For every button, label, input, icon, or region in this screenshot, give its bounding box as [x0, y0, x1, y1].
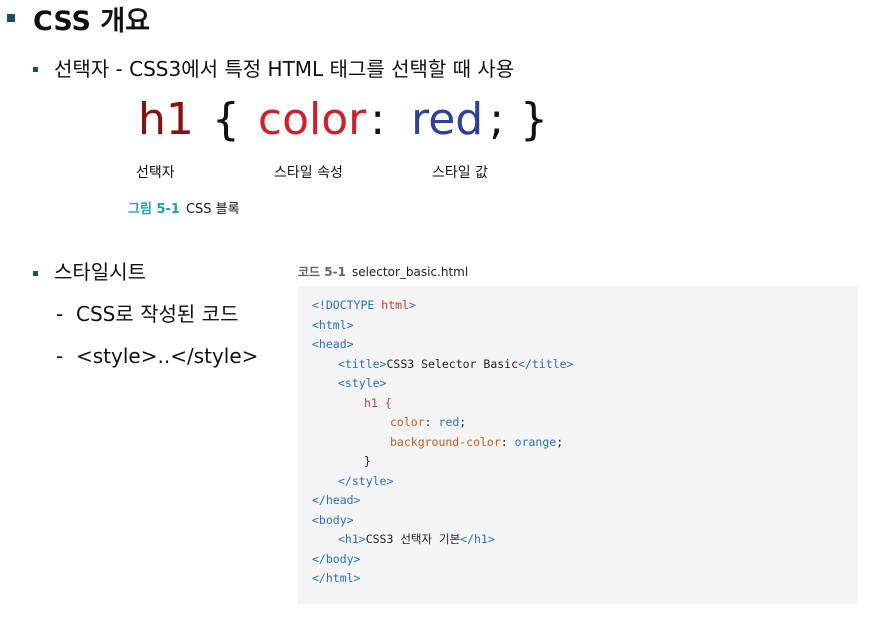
label-style-property: 스타일 속성: [274, 165, 343, 181]
code-line: </body>: [312, 551, 361, 566]
code-line: </head>: [312, 493, 361, 507]
code-line: <html>: [312, 317, 354, 332]
code-caption: 코드 5-1 selector_basic.html: [298, 263, 468, 280]
code-token: red: [438, 415, 460, 429]
hand-semicolon: ;: [489, 94, 505, 145]
dash-marker: -: [56, 302, 64, 326]
code-line: </style>: [338, 473, 394, 488]
code-token: orange: [514, 434, 557, 449]
code-line: h1 {: [364, 395, 392, 410]
hand-value: red: [411, 94, 484, 145]
code-token: </title>: [518, 356, 574, 371]
sub-item-css-code: CSS로 작성된 코드: [76, 302, 239, 326]
code-token: ;: [459, 415, 467, 429]
code-line: <h1>CSS3 선택자 기본</h1>: [338, 530, 495, 550]
code-token: >: [408, 298, 416, 312]
code-line: <style>: [338, 376, 387, 390]
label-style-value: 스타일 값: [432, 165, 488, 181]
code-token: <h1>: [338, 532, 366, 546]
figure-caption: 그림 5-1 CSS 블록: [128, 198, 240, 217]
code-token: background-color: [390, 434, 501, 449]
handwritten-css-rule: h1 { color: red;}: [138, 90, 548, 150]
code-number: 코드 5-1: [298, 265, 346, 279]
hand-close-brace: }: [520, 94, 549, 145]
code-line: background-color: orange;: [390, 433, 563, 453]
code-token: </h1>: [460, 532, 495, 546]
page-title: CSS 개요: [33, 6, 151, 37]
code-token: CSS3 선택자 기본: [365, 532, 461, 546]
code-line: }: [364, 454, 371, 468]
code-token: :: [500, 434, 515, 449]
code-line: <head>: [312, 337, 354, 351]
bullet-stylesheet: 스타일시트: [54, 260, 146, 284]
bullet-marker: [33, 67, 38, 72]
code-token: DOCTYPE: [325, 298, 375, 312]
code-filename: selector_basic.html: [351, 265, 469, 279]
code-token: <!: [312, 298, 326, 312]
hand-open-brace: {: [211, 94, 240, 145]
sub-item-style-tag: <style>..</style>: [76, 344, 259, 368]
figure-caption-text: CSS 블록: [185, 202, 240, 217]
code-token: :: [424, 415, 439, 429]
bullet-marker: [33, 271, 38, 276]
label-selector: 선택자: [136, 165, 175, 181]
code-line: <title>CSS3 Selector Basic</title>: [338, 355, 573, 375]
code-token: color: [390, 415, 425, 429]
code-line: <!DOCTYPE html>: [312, 296, 416, 316]
hand-selector: h1: [138, 94, 194, 145]
figure-number: 그림 5-1: [128, 202, 180, 217]
code-block: <!DOCTYPE html> <html> <head> <title>CSS…: [298, 286, 858, 604]
bullet-selector: 선택자 - CSS3에서 특정 HTML 태그를 선택할 때 사용: [54, 57, 515, 81]
code-line: <body>: [312, 512, 354, 527]
hand-property: color: [257, 94, 367, 145]
dash-marker: -: [56, 344, 64, 368]
title-bullet: [7, 14, 15, 22]
code-token: CSS3 Selector Basic: [386, 356, 519, 371]
code-line: color: red;: [390, 413, 466, 433]
hand-colon: :: [370, 94, 386, 145]
code-line: </html>: [312, 571, 361, 585]
code-token: <title>: [338, 356, 387, 371]
code-token: ;: [556, 434, 564, 449]
code-token: html: [374, 298, 409, 312]
